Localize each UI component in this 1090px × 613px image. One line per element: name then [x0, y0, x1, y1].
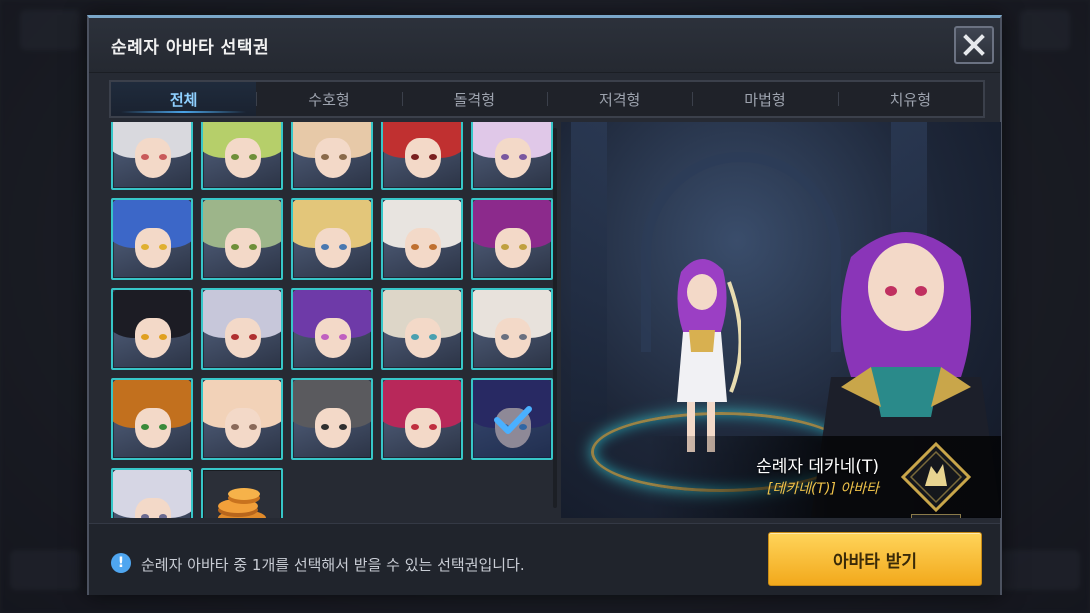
avatar-portrait-eye	[231, 154, 239, 160]
avatar-portrait-eye	[141, 334, 149, 340]
avatar-grid	[111, 122, 553, 518]
avatar-portrait-eye	[519, 334, 527, 340]
avatar-portrait-eye	[411, 334, 419, 340]
avatar-portrait-eye	[429, 154, 437, 160]
avatar-slot[interactable]	[111, 378, 193, 460]
avatar-slot[interactable]	[291, 288, 373, 370]
avatar-portrait-eye	[501, 244, 509, 250]
tab-magic[interactable]: 마법형	[692, 82, 837, 116]
avatar-slot[interactable]	[201, 288, 283, 370]
avatar-portrait-eye	[249, 424, 257, 430]
avatar-slot[interactable]	[111, 468, 193, 518]
avatar-portrait-eye	[501, 334, 509, 340]
grade-emblem-icon	[900, 441, 972, 513]
close-icon	[963, 34, 985, 56]
avatar-portrait-eye	[159, 424, 167, 430]
background-pillar	[571, 122, 607, 422]
tab-label: 저격형	[598, 90, 641, 109]
avatar-portrait-eye	[321, 334, 329, 340]
avatar-slot[interactable]	[291, 378, 373, 460]
avatar-slot[interactable]	[381, 288, 463, 370]
avatar-slot[interactable]	[201, 378, 283, 460]
tab-label: 전체	[169, 90, 198, 109]
avatar-slot[interactable]	[291, 122, 373, 190]
avatar-slot[interactable]	[291, 198, 373, 280]
avatar-portrait-eye	[249, 244, 257, 250]
character-model-full-body	[677, 258, 741, 452]
tab-sniper[interactable]: 저격형	[546, 82, 692, 116]
claim-avatar-button[interactable]: 아바타 받기	[768, 532, 982, 586]
tab-label: 마법형	[744, 90, 786, 109]
dialog-header: 순례자 아바타 선택권	[89, 18, 1000, 73]
avatar-subtitle: [데카네(T)] 아바타	[766, 481, 879, 497]
avatar-selection-dialog: 순례자 아바타 선택권 전체 수호형 돌격형 저격형 마법형 치유형 순례자 데…	[87, 15, 1002, 595]
avatar-portrait-eye	[231, 424, 239, 430]
avatar-portrait-eye	[411, 424, 419, 430]
notice-text: 순례자 아바타 중 1개를 선택해서 받을 수 있는 선택권입니다.	[141, 556, 525, 574]
avatar-list-panel[interactable]	[109, 122, 559, 518]
avatar-portrait-eye	[429, 244, 437, 250]
tab-healer[interactable]: 치유형	[837, 82, 983, 116]
tab-guardian[interactable]: 수호형	[256, 82, 401, 116]
tab-label: 돌격형	[453, 90, 496, 109]
grade-label: 고급	[911, 514, 961, 518]
avatar-portrait-eye	[339, 154, 347, 160]
avatar-portrait-eye	[231, 244, 239, 250]
avatar-portrait-eye	[519, 244, 527, 250]
avatar-portrait-eye	[339, 334, 347, 340]
avatar-slot[interactable]	[471, 122, 553, 190]
avatar-portrait-eye	[249, 154, 257, 160]
avatar-portrait-eye	[141, 244, 149, 250]
dialog-footer: ! 순례자 아바타 중 1개를 선택해서 받을 수 있는 선택권입니다. 아바타…	[89, 523, 1000, 595]
avatar-portrait-eye	[141, 424, 149, 430]
gold-coins-slot[interactable]	[201, 468, 283, 518]
tab-all[interactable]: 전체	[111, 82, 257, 116]
avatar-portrait-eye	[339, 244, 347, 250]
tab-assault[interactable]: 돌격형	[401, 82, 547, 116]
avatar-portrait-eye	[501, 154, 509, 160]
avatar-portrait-eye	[321, 244, 329, 250]
avatar-slot[interactable]	[471, 198, 553, 280]
tab-label: 치유형	[889, 90, 931, 109]
avatar-portrait-eye	[141, 514, 149, 518]
avatar-slot[interactable]	[201, 122, 283, 190]
dialog-title: 순례자 아바타 선택권	[111, 37, 270, 58]
avatar-slot[interactable]	[471, 378, 553, 460]
avatar-portrait-eye	[411, 244, 419, 250]
avatar-slot[interactable]	[471, 288, 553, 370]
avatar-portrait-eye	[159, 244, 167, 250]
close-button[interactable]	[954, 26, 994, 64]
avatar-portrait-eye	[519, 154, 527, 160]
avatar-slot[interactable]	[111, 198, 193, 280]
category-tabs: 전체 수호형 돌격형 저격형 마법형 치유형	[109, 80, 985, 118]
avatar-portrait-eye	[159, 514, 167, 518]
scrollbar[interactable]	[553, 128, 557, 508]
avatar-preview: 순례자 데카네(T) [데카네(T)] 아바타 고급	[561, 122, 1001, 518]
avatar-portrait-eye	[159, 154, 167, 160]
checkmark-icon	[494, 406, 532, 434]
avatar-slot[interactable]	[381, 378, 463, 460]
avatar-name: 순례자 데카네(T)	[756, 457, 879, 477]
avatar-portrait-eye	[339, 424, 347, 430]
avatar-portrait-eye	[321, 154, 329, 160]
tab-label: 수호형	[308, 90, 350, 109]
avatar-slot[interactable]	[381, 198, 463, 280]
avatar-portrait-eye	[321, 424, 329, 430]
avatar-portrait-eye	[249, 334, 257, 340]
avatar-portrait-eye	[429, 424, 437, 430]
avatar-slot[interactable]	[201, 198, 283, 280]
avatar-portrait-eye	[429, 334, 437, 340]
avatar-slot[interactable]	[111, 288, 193, 370]
avatar-slot[interactable]	[381, 122, 463, 190]
info-icon: !	[111, 553, 131, 573]
gold-coins-icon	[218, 488, 266, 518]
avatar-portrait-eye	[411, 154, 419, 160]
avatar-portrait-eye	[141, 154, 149, 160]
avatar-slot[interactable]	[111, 122, 193, 190]
avatar-portrait-eye	[231, 334, 239, 340]
avatar-portrait-eye	[159, 334, 167, 340]
